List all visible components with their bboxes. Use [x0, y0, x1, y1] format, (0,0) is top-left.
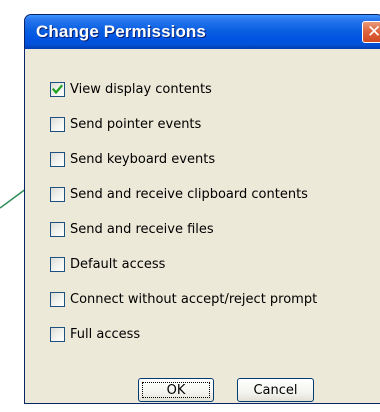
change-permissions-dialog: Change Permissions ✕ View display conten… — [24, 14, 380, 404]
dialog-body: View display contents Send pointer event… — [25, 49, 380, 403]
option-label: Send and receive files — [70, 221, 214, 237]
checkbox-send-receive-files[interactable] — [50, 221, 65, 237]
focus-ring — [142, 382, 210, 398]
checkmark-icon — [51, 83, 64, 94]
option-label: Send pointer events — [70, 116, 202, 132]
checkbox-send-pointer-events[interactable] — [50, 116, 65, 132]
option-label: Send keyboard events — [70, 151, 216, 167]
close-button[interactable]: ✕ — [362, 21, 380, 43]
cancel-button-label: Cancel — [253, 382, 298, 398]
option-send-keyboard-events[interactable]: Send keyboard events — [50, 149, 215, 169]
option-send-pointer-events[interactable]: Send pointer events — [50, 114, 201, 134]
option-full-access[interactable]: Full access — [50, 324, 140, 344]
option-send-receive-clipboard[interactable]: Send and receive clipboard contents — [50, 184, 308, 204]
option-label: View display contents — [70, 81, 212, 97]
dialog-title: Change Permissions — [36, 22, 206, 41]
checkbox-send-receive-clipboard[interactable] — [50, 186, 65, 202]
close-icon: ✕ — [367, 22, 380, 42]
option-label: Connect without accept/reject prompt — [70, 291, 318, 307]
option-default-access[interactable]: Default access — [50, 254, 165, 274]
option-label: Send and receive clipboard contents — [70, 186, 308, 202]
screen: Change Permissions ✕ View display conten… — [0, 0, 380, 412]
title-bar[interactable]: Change Permissions ✕ — [25, 15, 380, 49]
checkbox-connect-without-prompt[interactable] — [50, 291, 65, 307]
checkbox-full-access[interactable] — [50, 326, 65, 342]
option-view-display-contents[interactable]: View display contents — [50, 79, 212, 99]
option-connect-without-prompt[interactable]: Connect without accept/reject prompt — [50, 289, 317, 309]
checkbox-send-keyboard-events[interactable] — [50, 151, 65, 167]
checkbox-view-display-contents[interactable] — [50, 81, 65, 97]
cancel-button[interactable]: Cancel — [237, 378, 314, 402]
checkbox-default-access[interactable] — [50, 256, 65, 272]
option-label: Default access — [70, 256, 166, 272]
option-send-receive-files[interactable]: Send and receive files — [50, 219, 214, 239]
ok-button[interactable]: OK — [138, 378, 214, 402]
option-label: Full access — [70, 326, 141, 342]
